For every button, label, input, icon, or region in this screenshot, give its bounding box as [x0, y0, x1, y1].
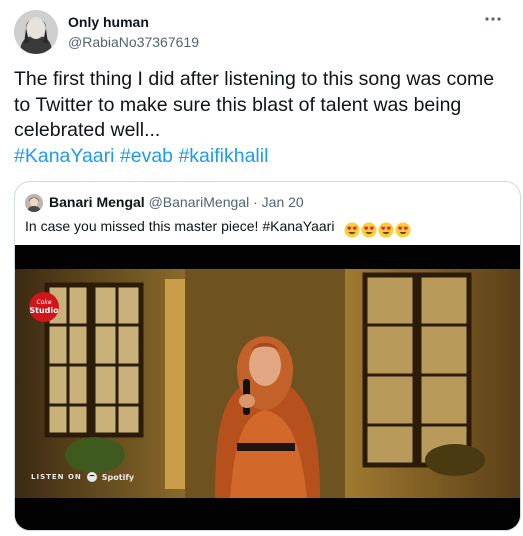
quoted-text-line: In case you missed this master piece! #K…	[25, 218, 412, 238]
hashtag-link[interactable]: #kaifikhalil	[178, 145, 268, 167]
author-name[interactable]: Only human	[68, 14, 149, 30]
quoted-author-name[interactable]: Banari Mengal	[49, 194, 145, 210]
spotify-label: Spotify	[101, 472, 135, 482]
heart-eyes-emoji	[361, 222, 377, 238]
quoted-author-avatar[interactable]	[25, 194, 43, 212]
more-dots-icon	[485, 17, 501, 21]
tweet-body: The first thing I did after listening to…	[14, 67, 514, 169]
coke-studio-logo: Coke Studio	[29, 292, 59, 322]
quoted-author-handle[interactable]: @BanariMengal	[149, 194, 250, 210]
tweet-card[interactable]: Only human @RabiaNo37367619 The first th…	[0, 0, 523, 536]
listen-on-spotify: LISTEN ON Spotify	[31, 472, 134, 482]
tweet-text: The first thing I did after listening to…	[14, 68, 495, 141]
heart-eyes-emoji	[378, 222, 394, 238]
video-media[interactable]: Coke Studio LISTEN ON Spotify	[15, 245, 520, 530]
quoted-header: Banari Mengal @BanariMengal · Jan 20	[49, 194, 304, 210]
hashtag-link[interactable]: #KanaYaari	[14, 145, 114, 167]
quoted-date[interactable]: Jan 20	[262, 194, 304, 210]
heart-eyes-emoji	[395, 222, 411, 238]
video-frame	[15, 245, 520, 530]
hashtag-link[interactable]: #evab	[120, 145, 173, 167]
quoted-tweet[interactable]: Banari Mengal @BanariMengal · Jan 20 In …	[14, 181, 521, 531]
emoji-row	[344, 221, 412, 238]
author-avatar[interactable]	[14, 10, 58, 54]
tweet-hashtags: #KanaYaari #evab #kaifikhalil	[14, 144, 514, 170]
author-handle[interactable]: @RabiaNo37367619	[68, 34, 199, 50]
spotify-icon	[86, 472, 97, 482]
more-options-button[interactable]	[478, 8, 508, 30]
listen-on-label: LISTEN ON	[31, 473, 82, 481]
separator-dot: ·	[253, 194, 258, 210]
heart-eyes-emoji	[344, 222, 360, 238]
quoted-text: In case you missed this master piece! #K…	[25, 218, 335, 234]
